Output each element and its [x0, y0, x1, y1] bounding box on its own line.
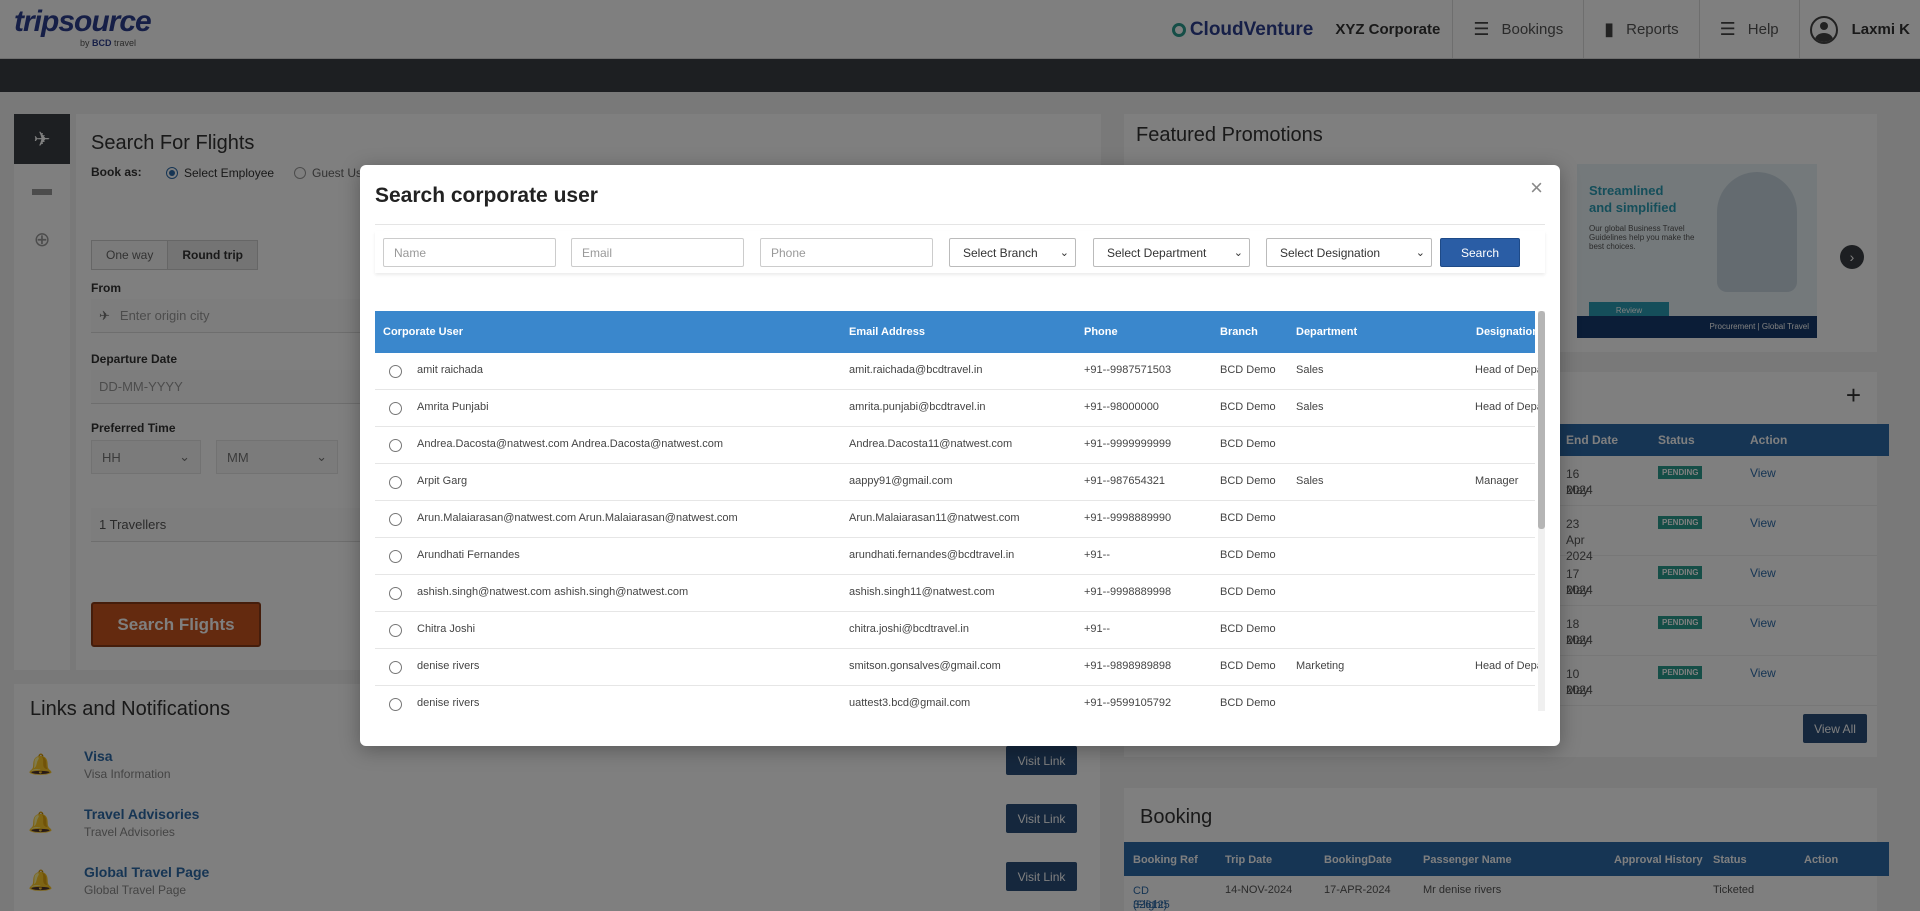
select-user-radio[interactable] — [389, 661, 402, 674]
table-body: amit raichada amit.raichada@bcdtravel.in +… — [375, 353, 1545, 711]
branch-select-value: Select Branch — [963, 245, 1038, 260]
email-address: uattest3.bcd@gmail.com — [849, 697, 971, 709]
department: Sales — [1296, 364, 1324, 376]
table-row[interactable]: Arundhati Fernandes arundhati.fernandes@b… — [375, 538, 1535, 575]
col-corporate-user: Corporate User — [383, 326, 464, 338]
branch-select[interactable]: Select Branch ⌄ — [949, 238, 1076, 267]
branch: BCD Demo — [1220, 475, 1276, 487]
corporate-user-name: Chitra Joshi — [417, 623, 476, 635]
table-row[interactable]: denise rivers uattest3.bcd@gmail.com +91--… — [375, 686, 1535, 711]
designation: Head of Department — [1475, 660, 1545, 672]
table-row[interactable]: denise rivers smitson.gonsalves@gmail.com… — [375, 649, 1545, 686]
email-address: arundhati.fernandes@bcdtravel.in — [849, 549, 1015, 561]
phone-number: +91-- — [1084, 549, 1110, 561]
email-address: Arun.Malaiarasan11@natwest.com — [849, 512, 1020, 524]
table-row[interactable]: Arun.Malaiarasan@natwest.com Arun.Malaia… — [375, 501, 1535, 538]
corporate-user-name: denise rivers — [417, 697, 480, 709]
branch: BCD Demo — [1220, 623, 1276, 635]
col-phone: Phone — [1084, 326, 1118, 338]
phone-number: +91--98000000 — [1084, 401, 1159, 413]
branch: BCD Demo — [1220, 697, 1276, 709]
corporate-user-name: Amrita Punjabi — [417, 401, 489, 413]
chevron-down-icon: ⌄ — [1233, 247, 1243, 259]
chevron-down-icon: ⌄ — [1059, 247, 1069, 259]
select-user-radio[interactable] — [389, 365, 402, 378]
col-email: Email Address — [849, 326, 926, 338]
search-corporate-user-modal: Search corporate user × Select Branch ⌄ … — [360, 165, 1560, 746]
phone-number: +91--9998889998 — [1084, 586, 1172, 598]
col-designation: Designation — [1476, 326, 1539, 338]
email-input[interactable] — [571, 238, 744, 267]
phone-input[interactable] — [760, 238, 933, 267]
corporate-user-name: denise rivers — [417, 660, 480, 672]
branch: BCD Demo — [1220, 512, 1276, 524]
table-row[interactable]: Arpit Garg aappy91@gmail.com +91--98765432… — [375, 464, 1535, 501]
phone-number: +91--987654321 — [1084, 475, 1166, 487]
col-branch: Branch — [1220, 326, 1258, 338]
phone-number: +91--9599105792 — [1084, 697, 1172, 709]
designation: Head of Department — [1475, 401, 1545, 413]
select-user-radio[interactable] — [389, 550, 402, 563]
department: Sales — [1296, 475, 1324, 487]
select-user-radio[interactable] — [389, 439, 402, 452]
branch: BCD Demo — [1220, 401, 1276, 413]
designation: Manager — [1475, 475, 1519, 487]
corporate-user-name: Arun.Malaiarasan@natwest.com Arun.Malaia… — [417, 512, 738, 524]
branch: BCD Demo — [1220, 586, 1276, 598]
chevron-down-icon: ⌄ — [1415, 247, 1425, 259]
col-department: Department — [1296, 326, 1358, 338]
department: Sales — [1296, 401, 1324, 413]
designation-select[interactable]: Select Designation ⌄ — [1266, 238, 1432, 267]
phone-number: +91-- — [1084, 623, 1110, 635]
designation: Head of Department — [1475, 364, 1545, 376]
select-user-radio[interactable] — [389, 698, 402, 711]
email-address: amit.raichada@bcdtravel.in — [849, 364, 983, 376]
email-address: Andrea.Dacosta11@natwest.com — [849, 438, 1013, 450]
table-header: Corporate User Email Address Phone Branc… — [375, 311, 1539, 353]
table-row[interactable]: amit raichada amit.raichada@bcdtravel.in +… — [375, 353, 1545, 390]
email-address: ashish.singh11@natwest.com — [849, 586, 995, 598]
scrollbar-thumb[interactable] — [1538, 311, 1545, 529]
table-row[interactable]: Andrea.Dacosta@natwest.com Andrea.Dacost… — [375, 427, 1535, 464]
close-icon[interactable]: × — [1530, 177, 1543, 199]
select-user-radio[interactable] — [389, 513, 402, 526]
branch: BCD Demo — [1220, 364, 1276, 376]
branch: BCD Demo — [1220, 660, 1276, 672]
table-row[interactable]: Amrita Punjabi amrita.punjabi@bcdtravel.i… — [375, 390, 1545, 427]
email-address: chitra.joshi@bcdtravel.in — [849, 623, 969, 635]
corporate-user-table: Corporate User Email Address Phone Branc… — [375, 311, 1545, 711]
department-select-value: Select Department — [1107, 245, 1207, 260]
branch: BCD Demo — [1220, 549, 1276, 561]
department-select[interactable]: Select Department ⌄ — [1093, 238, 1250, 267]
corporate-user-name: Andrea.Dacosta@natwest.com Andrea.Dacost… — [417, 438, 724, 450]
phone-number: +91--9998889990 — [1084, 512, 1172, 524]
filter-bar: Select Branch ⌄ Select Department ⌄ Sele… — [375, 231, 1545, 273]
select-user-radio[interactable] — [389, 476, 402, 489]
designation-select-value: Select Designation — [1280, 245, 1381, 260]
email-address: smitson.gonsalves@gmail.com — [849, 660, 1001, 672]
branch: BCD Demo — [1220, 438, 1276, 450]
corporate-user-name: Arundhati Fernandes — [417, 549, 520, 561]
department: Marketing — [1296, 660, 1345, 672]
modal-title: Search corporate user — [375, 184, 598, 207]
table-row[interactable]: ashish.singh@natwest.com ashish.singh@na… — [375, 575, 1535, 612]
table-row[interactable]: Chitra Joshi chitra.joshi@bcdtravel.in +91… — [375, 612, 1535, 649]
corporate-user-name: Arpit Garg — [417, 475, 468, 487]
select-user-radio[interactable] — [389, 624, 402, 637]
select-user-radio[interactable] — [389, 402, 402, 415]
email-address: aappy91@gmail.com — [849, 475, 953, 487]
corporate-user-name: amit raichada — [417, 364, 484, 376]
name-input[interactable] — [383, 238, 556, 267]
phone-number: +91--9999999999 — [1084, 438, 1172, 450]
search-button[interactable]: Search — [1440, 238, 1520, 267]
email-address: amrita.punjabi@bcdtravel.in — [849, 401, 986, 413]
corporate-user-name: ashish.singh@natwest.com ashish.singh@na… — [417, 586, 689, 598]
phone-number: +91--9898989898 — [1084, 660, 1172, 672]
divider — [375, 224, 1545, 225]
phone-number: +91--9987571503 — [1084, 364, 1172, 376]
select-user-radio[interactable] — [389, 587, 402, 600]
